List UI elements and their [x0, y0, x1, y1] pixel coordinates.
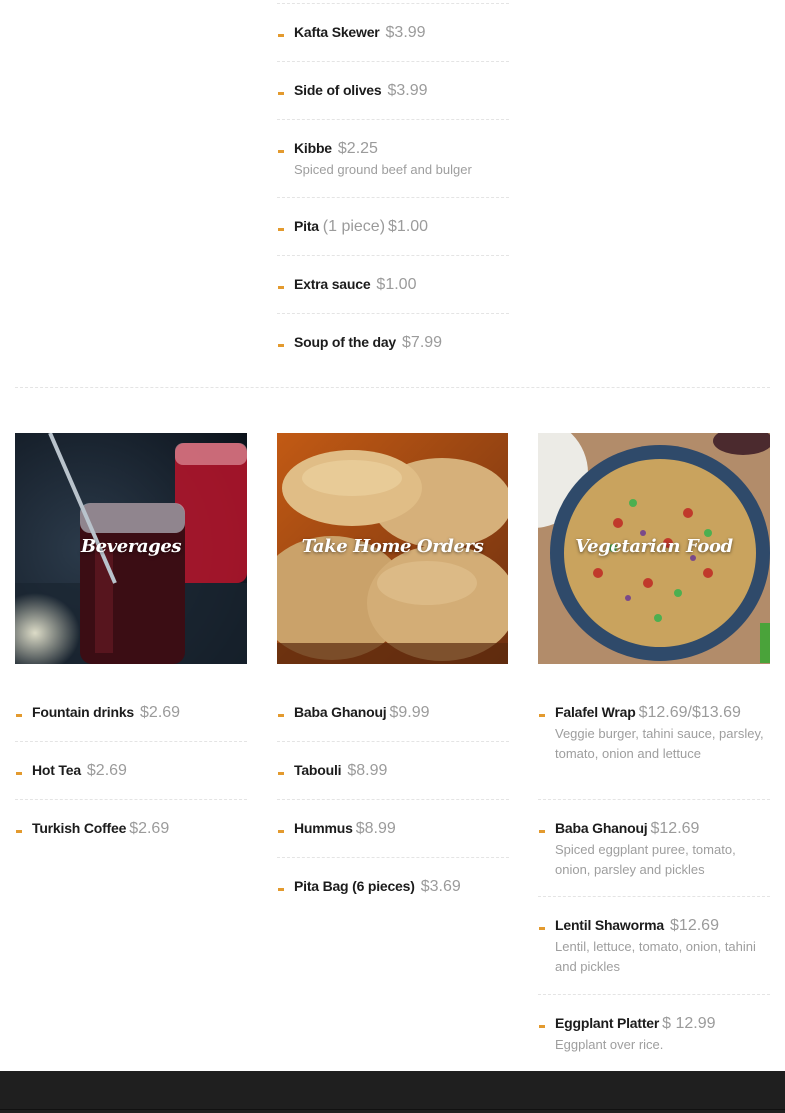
- bullet-icon: [278, 34, 284, 37]
- item-price: $12.69: [650, 820, 700, 837]
- top-menu-list: Kafta Skewer $3.99 Side of olives $3.99 Ki…: [277, 3, 509, 372]
- card-title: Vegetarian Food: [575, 536, 733, 557]
- menu-item: Baba Ghanouj $12.69 Spiced eggplant puree…: [538, 800, 770, 897]
- item-name: Tabouli: [294, 762, 342, 778]
- menu-item: Extra sauce $1.00: [277, 256, 509, 314]
- menu-item: Soup of the day $7.99: [277, 314, 509, 372]
- item-name: Extra sauce: [294, 276, 371, 292]
- item-price: $2.69: [140, 704, 181, 721]
- item-price: $2.69: [86, 762, 127, 779]
- menu-item: Eggplant Platter $ 12.99 Eggplant over ri…: [538, 995, 770, 1065]
- bullet-icon: [278, 92, 284, 95]
- item-name: Pita Bag (6 pieces): [294, 878, 415, 894]
- take-home-list: Baba Ghanouj $9.99 Tabouli $8.99 Hummus $8.…: [277, 684, 509, 916]
- menu-item: Pita (1 piece) $1.00: [277, 198, 509, 256]
- item-price: $3.69: [420, 878, 461, 895]
- menu-item: Tabouli $8.99: [277, 742, 509, 800]
- item-name: Side of olives: [294, 82, 382, 98]
- bullet-icon: [278, 830, 284, 833]
- bullet-icon: [539, 1025, 545, 1028]
- item-name: Hummus: [294, 820, 353, 836]
- item-portion: (1 piece): [322, 218, 386, 235]
- item-description: Spiced eggplant puree, tomato, onion, pa…: [555, 842, 736, 877]
- menu-item: Pita Bag (6 pieces) $3.69: [277, 858, 509, 916]
- item-name: Hot Tea: [32, 762, 81, 778]
- item-name: Pita: [294, 218, 319, 234]
- menu-item: Lentil Shaworma $12.69 Lentil, lettuce, t…: [538, 897, 770, 995]
- bullet-icon: [539, 714, 545, 717]
- item-price: $3.99: [385, 24, 426, 41]
- vegetarian-list: Falafel Wrap $12.69/$13.69 Veggie burger,…: [538, 684, 770, 1065]
- item-price: $3.99: [387, 82, 428, 99]
- menu-item: Turkish Coffee $2.69: [15, 800, 247, 858]
- card-title: Beverages: [80, 536, 182, 557]
- bullet-icon: [16, 772, 22, 775]
- bullet-icon: [539, 830, 545, 833]
- item-name: Baba Ghanouj: [555, 820, 648, 836]
- item-name: Soup of the day: [294, 334, 397, 350]
- footer-rule: [0, 1109, 785, 1110]
- item-price: $8.99: [347, 762, 388, 779]
- item-price: $9.99: [389, 704, 430, 721]
- bullet-icon: [278, 772, 284, 775]
- item-name: Kafta Skewer: [294, 24, 380, 40]
- bullet-icon: [278, 286, 284, 289]
- item-price: $12.69/$13.69: [638, 704, 741, 721]
- bullet-icon: [16, 830, 22, 833]
- menu-item: Falafel Wrap $12.69/$13.69 Veggie burger,…: [538, 684, 770, 800]
- bullet-icon: [278, 150, 284, 153]
- bullet-icon: [278, 714, 284, 717]
- item-price: $2.69: [129, 820, 170, 837]
- item-name: Fountain drinks: [32, 704, 135, 720]
- item-name: Lentil Shaworma: [555, 917, 665, 933]
- beverages-list: Fountain drinks $2.69 Hot Tea $2.69 Turkis…: [15, 684, 247, 858]
- item-name: Baba Ghanouj: [294, 704, 387, 720]
- beverages-card[interactable]: Beverages: [15, 433, 247, 664]
- vegetarian-card[interactable]: Vegetarian Food: [538, 433, 770, 664]
- item-name: Eggplant Platter: [555, 1015, 660, 1031]
- item-price: $12.69: [670, 917, 719, 934]
- menu-item: Hummus $8.99: [277, 800, 509, 858]
- menu-item: Fountain drinks $2.69: [15, 684, 247, 742]
- menu-item: Kibbe $2.25 Spiced ground beef and bulger: [277, 120, 509, 198]
- menu-item: Baba Ghanouj $9.99: [277, 684, 509, 742]
- item-price: $7.99: [402, 334, 443, 351]
- bullet-icon: [278, 344, 284, 347]
- item-description: Eggplant over rice.: [555, 1037, 664, 1052]
- item-description: Veggie burger, tahini sauce, parsley, to…: [555, 726, 764, 761]
- menu-item: Hot Tea $2.69: [15, 742, 247, 800]
- item-description: Spiced ground beef and bulger: [294, 162, 472, 177]
- take-home-card[interactable]: Take Home Orders: [277, 433, 508, 664]
- item-name: Falafel Wrap: [555, 704, 636, 720]
- item-price: $8.99: [355, 820, 396, 837]
- bullet-icon: [278, 888, 284, 891]
- footer: [0, 1071, 785, 1113]
- item-price: $1.00: [388, 218, 429, 235]
- item-description: Lentil, lettuce, tomato, onion, tahini a…: [555, 939, 756, 974]
- item-price: $2.25: [337, 140, 378, 157]
- bullet-icon: [278, 228, 284, 231]
- menu-item: Side of olives $3.99: [277, 62, 509, 120]
- menu-item: Kafta Skewer $3.99: [277, 4, 509, 62]
- bullet-icon: [16, 714, 22, 717]
- item-price: $ 12.99: [662, 1015, 716, 1032]
- item-name: Turkish Coffee: [32, 820, 127, 836]
- bullet-icon: [539, 927, 545, 930]
- item-price: $1.00: [376, 276, 417, 293]
- card-title: Take Home Orders: [301, 536, 484, 557]
- item-name: Kibbe: [294, 140, 332, 156]
- section-divider: [15, 387, 770, 388]
